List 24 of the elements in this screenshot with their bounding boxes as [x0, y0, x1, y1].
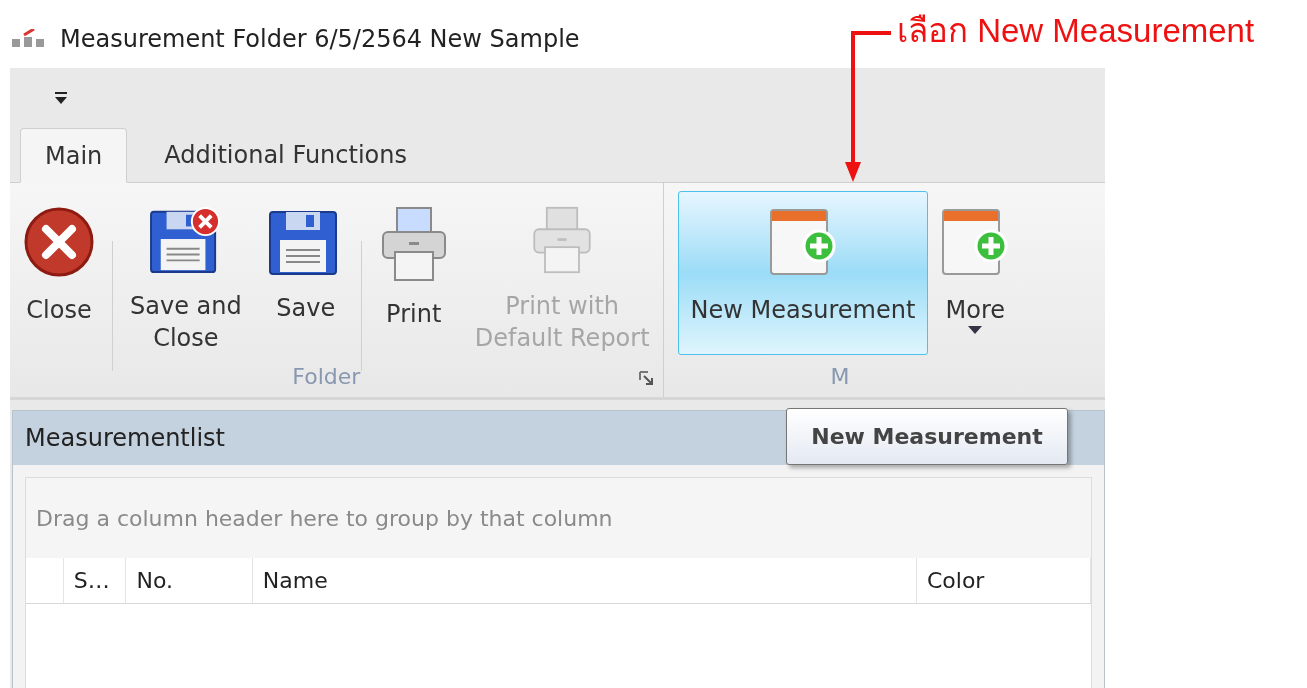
ribbon-button[interactable]: Print	[365, 191, 462, 355]
ribbon-button[interactable]: New Measurement	[677, 191, 929, 355]
group-label: Folder	[292, 362, 361, 391]
tooltip: New Measurement	[786, 408, 1068, 465]
ribbon-tab[interactable]: Additional Functions	[139, 127, 432, 182]
window-title: Measurement Folder 6/5/2564 New Sample	[60, 24, 580, 55]
panel-title: Measurementlist	[25, 423, 225, 454]
document-plus-icon	[941, 206, 1010, 278]
dialog-launcher-icon[interactable]	[638, 371, 653, 385]
column-header[interactable]: Name	[252, 558, 917, 603]
group-by-hint: Drag a column header here to group by that column	[36, 504, 613, 533]
ribbon-button[interactable]: More	[928, 191, 1023, 355]
ribbon-button[interactable]: Close	[10, 191, 108, 355]
ribbon-tab[interactable]: Main	[20, 128, 128, 183]
document-plus-icon	[768, 206, 837, 278]
column-header[interactable]: No.	[126, 558, 253, 603]
column-header[interactable]: Color	[916, 558, 1091, 603]
close-icon	[23, 206, 95, 278]
column-header[interactable]: S…	[63, 558, 127, 603]
annotation-text: เลือก New Measurement	[897, 11, 1255, 51]
ribbon-button[interactable]: Save	[254, 191, 357, 355]
customize-toolbar-icon[interactable]	[54, 91, 68, 105]
ribbon-button[interactable]: Save and Close	[117, 191, 255, 355]
group-label: M	[830, 362, 850, 391]
